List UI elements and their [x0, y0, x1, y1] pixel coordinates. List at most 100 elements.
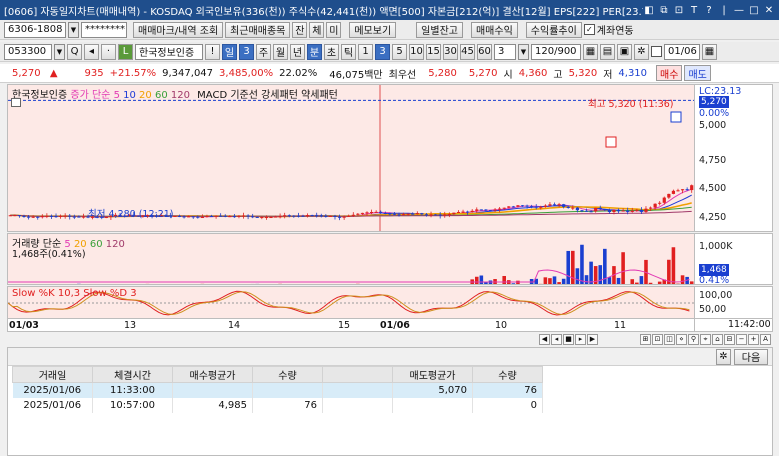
profit-rate-button[interactable]: 수익률추이 [525, 21, 582, 38]
window-control-8-icon[interactable]: ✕ [763, 4, 775, 16]
column-header-6[interactable]: 수량 [472, 366, 543, 383]
minute-10-button[interactable]: 10 [409, 43, 424, 60]
password-input[interactable]: ******** [81, 21, 127, 38]
stock-link-icon[interactable]: L [118, 43, 133, 60]
calendar-icon[interactable]: ▦ [702, 43, 717, 60]
candle-body [401, 214, 406, 216]
candle-body [45, 215, 49, 217]
search-icon[interactable]: Q [67, 43, 82, 60]
daily-balance-button[interactable]: 일별잔고 [416, 21, 463, 38]
save-icon[interactable]: ▣ [617, 43, 632, 60]
account-dropdown-icon[interactable]: ▼ [68, 21, 79, 38]
tool-1-icon[interactable]: ⊞ [640, 333, 651, 345]
unfilled-button[interactable]: 미 [326, 21, 342, 38]
volume-bar [557, 282, 561, 284]
column-header-5[interactable]: 매도평균가 [392, 366, 473, 383]
interval-dropdown-icon[interactable]: ▼ [518, 43, 529, 60]
window-control-2-icon[interactable]: ⊡ [673, 4, 685, 16]
table-icon[interactable]: ▦ [583, 43, 598, 60]
tool-3-icon[interactable]: ◫ [664, 333, 675, 345]
volume-ma120: 120 [105, 239, 125, 250]
candle-body [607, 209, 611, 213]
filled-button[interactable]: 체 [309, 21, 325, 38]
window-control-1-icon[interactable]: ⧉ [658, 4, 670, 16]
volume-chart-pane[interactable]: 거래량 단순 5 20 60 120 1,468주(0.41%) [7, 233, 695, 285]
column-header-0[interactable]: 거래일 [12, 366, 93, 383]
minute-5-button[interactable]: 5 [392, 43, 407, 60]
trade-view-button[interactable]: 매매마크/내역 조회 [133, 21, 224, 38]
tool-7-icon[interactable]: ⌂ [712, 333, 723, 345]
code-dropdown-icon[interactable]: ▼ [54, 43, 65, 60]
table-cell: 10:57:00 [92, 397, 173, 413]
period-week-button[interactable]: 주 [256, 43, 271, 60]
minute-3-button[interactable]: 3 [375, 43, 390, 60]
window-control-6-icon[interactable]: — [733, 4, 745, 16]
window-control-5-icon[interactable]: | [718, 4, 730, 16]
window-control-0-icon[interactable]: ◧ [643, 4, 655, 16]
window-control-7-icon[interactable]: □ [748, 4, 760, 16]
scroll-last-icon[interactable]: ▶ [587, 333, 598, 345]
tool-4-icon[interactable]: ⋄ [676, 333, 687, 345]
table-row[interactable]: 2025/01/06 10:57:00 4,985 76 0 [12, 397, 543, 413]
bar-count-input[interactable]: 120/900 [531, 43, 581, 60]
column-header-3[interactable]: 수량 [252, 366, 323, 383]
bid-price: 5,270 [468, 67, 498, 79]
stop-icon[interactable]: ■ [563, 333, 574, 345]
scroll-first-icon[interactable]: ◀ [539, 333, 550, 345]
history-settings-icon[interactable]: ✲ [716, 348, 731, 365]
recent-stocks-button[interactable]: 최근매매종목 [225, 21, 291, 38]
tool-6-icon[interactable]: ⌖ [700, 333, 711, 345]
grid-icon[interactable]: ▤ [600, 43, 615, 60]
scroll-left-icon[interactable]: ◂ [551, 333, 562, 345]
date-input[interactable]: 01/06 [664, 43, 700, 60]
account-input[interactable]: 6306-1808 [4, 21, 66, 38]
grid-toggle-icon[interactable] [11, 98, 21, 107]
sell-button[interactable]: 매도 [684, 65, 711, 81]
stock-code-input[interactable]: 053300 [4, 43, 52, 60]
period-month-button[interactable]: 월 [273, 43, 288, 60]
alert-button[interactable]: ! [205, 43, 220, 60]
stochastic-chart-pane[interactable]: Slow %K 10,3 Slow %D 3 [7, 286, 695, 319]
buy-button[interactable]: 매수 [656, 65, 683, 81]
minute-30-button[interactable]: 30 [443, 43, 458, 60]
price-chart-pane[interactable]: 한국정보인증 증가 단순 5 10 20 60 120 MACD 기준선 강세패… [7, 84, 695, 232]
column-header-2[interactable]: 매수평균가 [172, 366, 253, 383]
tool-8-icon[interactable]: ⊟ [724, 333, 735, 345]
pin-icon[interactable]: · [101, 43, 116, 60]
balance-button[interactable]: 잔 [292, 21, 308, 38]
tool-2-icon[interactable]: ⊡ [652, 333, 663, 345]
window-control-3-icon[interactable]: T [688, 4, 700, 16]
y-tick-5000: 5,000 [699, 120, 727, 131]
period-minute-button[interactable]: 분 [307, 43, 322, 60]
trade-profit-button[interactable]: 매매수익 [470, 21, 518, 38]
next-button[interactable]: 다음 [734, 348, 768, 365]
period-year-button[interactable]: 년 [290, 43, 305, 60]
window-control-4-icon[interactable]: ? [703, 4, 715, 16]
memo-button[interactable]: 메모보기 [349, 21, 397, 38]
period-value-button[interactable]: 3 [239, 43, 254, 60]
candle-body [81, 216, 86, 218]
settings-icon[interactable]: ✲ [634, 43, 649, 60]
auto-scale-icon[interactable]: A [760, 333, 771, 345]
period-tick-button[interactable]: 틱 [341, 43, 356, 60]
interval-input[interactable]: 3 [494, 43, 516, 60]
table-row[interactable]: 2025/01/06 11:33:00 5,070 76 [12, 382, 543, 398]
minute-1-button[interactable]: 1 [358, 43, 373, 60]
minute-60-button[interactable]: 60 [477, 43, 492, 60]
period-day-button[interactable]: 일 [222, 43, 237, 60]
candle-body [502, 207, 506, 209]
candle-body [594, 207, 598, 212]
stock-name-field[interactable]: 한국정보인증 [135, 43, 203, 60]
column-header-1[interactable]: 체결시간 [92, 366, 173, 383]
minute-15-button[interactable]: 15 [426, 43, 441, 60]
zoom-out-icon[interactable]: − [736, 333, 747, 345]
column-header-4[interactable] [322, 366, 393, 383]
sound-icon[interactable]: ◂ [84, 43, 99, 60]
tool-5-icon[interactable]: ⚲ [688, 333, 699, 345]
minute-45-button[interactable]: 45 [460, 43, 475, 60]
account-link-checkbox[interactable]: ✓ [583, 24, 595, 35]
period-second-button[interactable]: 초 [324, 43, 339, 60]
zoom-in-icon[interactable]: + [748, 333, 759, 345]
scroll-right-icon[interactable]: ▸ [575, 333, 586, 345]
date-checkbox[interactable] [651, 46, 662, 57]
